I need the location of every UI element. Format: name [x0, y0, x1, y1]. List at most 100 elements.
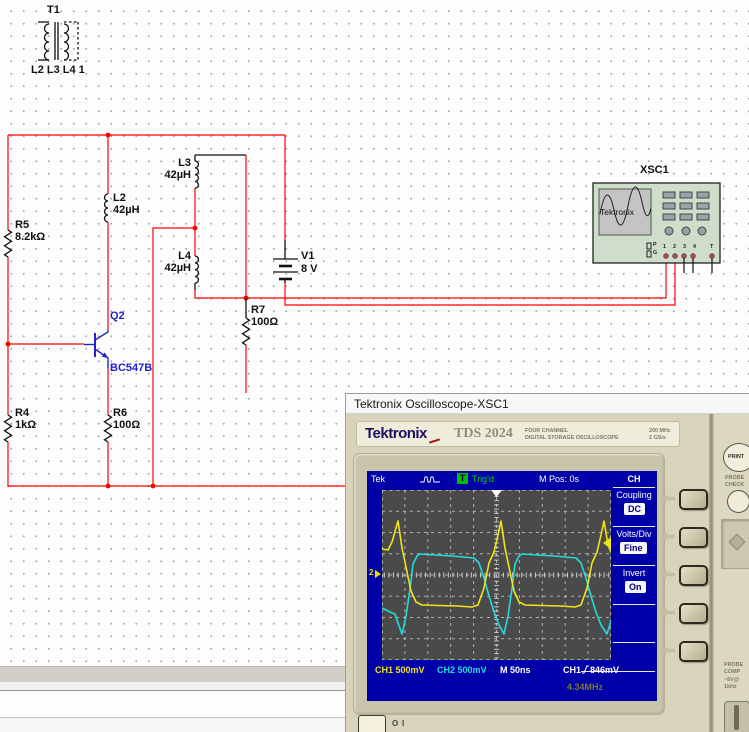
window-titlebar[interactable]: Tektronix Oscilloscope-XSC1 — [346, 394, 749, 414]
trigger-slope-icon — [581, 665, 590, 674]
transformer-t1[interactable] — [38, 22, 78, 60]
menu-voltsdiv-value: Fine — [620, 542, 647, 554]
icon-pin-numbers: 1 2 3 4 — [663, 243, 703, 253]
probe-comp-label: PROBE COMP ~5V@ 1kHz — [724, 661, 749, 693]
trigger-source: CH1 — [563, 665, 581, 675]
spec-line-1: 200 MHz — [649, 427, 671, 433]
label-l2-value[interactable]: 42µH — [113, 205, 140, 216]
terminal-slot — [734, 705, 739, 730]
pin-p-label: P — [653, 241, 657, 247]
menu-coupling-label: Coupling — [611, 490, 657, 500]
menu-invert-value: On — [625, 581, 646, 593]
pin-1-label: 1 — [663, 243, 666, 249]
probe-check-label: PROBE CHECK — [725, 474, 749, 491]
pin-2-label: 2 — [673, 243, 676, 249]
frequency-readout: 4.34MHz — [567, 682, 603, 692]
grid-lines — [382, 490, 611, 660]
ch2-scale-readout: CH2 500mV — [437, 665, 487, 675]
probe-comp-line-4: 1kHz — [724, 683, 743, 689]
menu-separator — [613, 487, 655, 488]
label-t1[interactable]: T1 — [47, 5, 60, 16]
oscilloscope-icon-xsc1[interactable] — [593, 183, 720, 273]
soft-menu-button-5[interactable] — [679, 641, 708, 662]
label-r4-value[interactable]: 1kΩ — [15, 420, 36, 431]
graticule — [382, 490, 611, 660]
label-r6-ref[interactable]: R6 — [113, 408, 127, 419]
menu-separator — [613, 526, 655, 527]
ch2-position-marker[interactable]: 2 — [369, 568, 373, 577]
power-on-symbol: I — [402, 719, 404, 728]
horizontal-position-readout: M Pos: 0s — [539, 474, 579, 484]
soft-menu-button-3[interactable] — [679, 565, 708, 586]
probe-check-line-2: CHECK — [725, 481, 744, 487]
label-l3-value[interactable]: 42µH — [150, 170, 191, 181]
label-r4-ref[interactable]: R4 — [15, 408, 29, 419]
timebase-readout: M 50ns — [500, 665, 531, 675]
resistor-r6 — [105, 415, 112, 442]
soft-menu-button-2[interactable] — [679, 527, 708, 548]
icon-screen-brand: Tektronix — [600, 207, 634, 217]
trigger-position-arrow[interactable] — [491, 490, 502, 497]
soft-menu-button-4[interactable] — [679, 603, 708, 624]
ch2-marker-arrow-icon — [375, 570, 381, 578]
menu-invert-label: Invert — [611, 568, 657, 578]
spec-line-2: 2 GS/s — [649, 434, 671, 440]
trigger-readout: CH1846mV — [563, 665, 619, 675]
label-r5-ref[interactable]: R5 — [15, 220, 29, 231]
label-r7-ref[interactable]: R7 — [251, 305, 265, 316]
ch1-scale-readout: CH1 500mV — [375, 665, 425, 675]
trigger-flag-icon: T — [457, 473, 468, 484]
component-leads — [195, 155, 285, 318]
inductor-l2 — [105, 194, 109, 222]
menu-separator — [613, 565, 655, 566]
icon-buttons — [663, 192, 709, 220]
probe-check-line-1: PROBE — [725, 474, 744, 480]
inductor-l4 — [195, 256, 198, 283]
label-q2-value[interactable]: BC547B — [110, 363, 152, 374]
diamond-icon — [729, 534, 746, 551]
power-off-symbol: O — [392, 719, 398, 728]
label-l3-ref[interactable]: L3 — [150, 158, 191, 169]
wire-junctions — [6, 133, 249, 489]
soft-menu-button-1[interactable] — [679, 489, 708, 510]
label-v1-value[interactable]: 8 V — [301, 264, 318, 275]
oscilloscope-window: Tektronix Oscilloscope-XSC1 Tektronix TD… — [345, 393, 749, 732]
multisim-workspace: T1 L2 L3 L4 1 R5 8.2kΩ L2 42µH L3 42µH L… — [0, 0, 749, 732]
probe-comp-line-2: COMP — [724, 668, 743, 674]
print-button[interactable]: PRINT — [723, 443, 749, 472]
resistor-r7 — [243, 318, 250, 345]
bandwidth-spec: 200 MHz 2 GS/s — [649, 427, 685, 444]
transistor-q2[interactable] — [84, 330, 108, 368]
right-control-section: PRINT PROBE CHECK PROBE COMP ~5V@ 1kHz — [714, 414, 749, 732]
icon-knobs — [665, 227, 706, 235]
scope-screen: Tek T Trig'd M Pos: 0s 2 — [367, 471, 657, 701]
probe-comp-line-3: ~5V@ — [724, 676, 743, 682]
label-l2-ref[interactable]: L2 — [113, 193, 126, 204]
menu-voltsdiv-label: Volts/Div — [611, 529, 657, 539]
label-l4-ref[interactable]: L4 — [150, 251, 191, 262]
label-r5-value[interactable]: 8.2kΩ — [15, 232, 45, 243]
label-q2-ref[interactable]: Q2 — [110, 311, 125, 322]
desc-line-2: DIGITAL STORAGE OSCILLOSCOPE — [525, 434, 619, 440]
brand-strip: Tektronix TDS 2024 FOUR CHANNEL DIGITAL … — [356, 421, 680, 447]
battery-v1[interactable] — [273, 259, 298, 279]
power-button[interactable] — [358, 715, 386, 732]
probe-check-button[interactable] — [727, 490, 749, 513]
label-l4-value[interactable]: 42µH — [150, 263, 191, 274]
label-r6-value[interactable]: 100Ω — [113, 420, 140, 431]
probe-comp-terminal[interactable] — [724, 701, 749, 732]
adjustment-well[interactable] — [721, 519, 749, 569]
desc-line-1: FOUR CHANNEL — [525, 427, 619, 433]
label-v1-ref[interactable]: V1 — [301, 251, 314, 262]
trigger-waveform-icon — [419, 474, 445, 485]
scope-front-panel: Tektronix TDS 2024 FOUR CHANNEL DIGITAL … — [346, 414, 749, 732]
menu-title: CH — [611, 474, 657, 484]
label-xsc1-ref[interactable]: XSC1 — [640, 165, 669, 176]
print-button-label: PRINT — [728, 453, 744, 459]
inductor-l3 — [195, 161, 198, 188]
menu-coupling-value: DC — [624, 503, 645, 515]
resistor-r5 — [5, 230, 12, 257]
menu-separator — [613, 642, 655, 643]
label-t1-windings[interactable]: L2 L3 L4 1 — [31, 65, 85, 76]
label-r7-value[interactable]: 100Ω — [251, 317, 278, 328]
